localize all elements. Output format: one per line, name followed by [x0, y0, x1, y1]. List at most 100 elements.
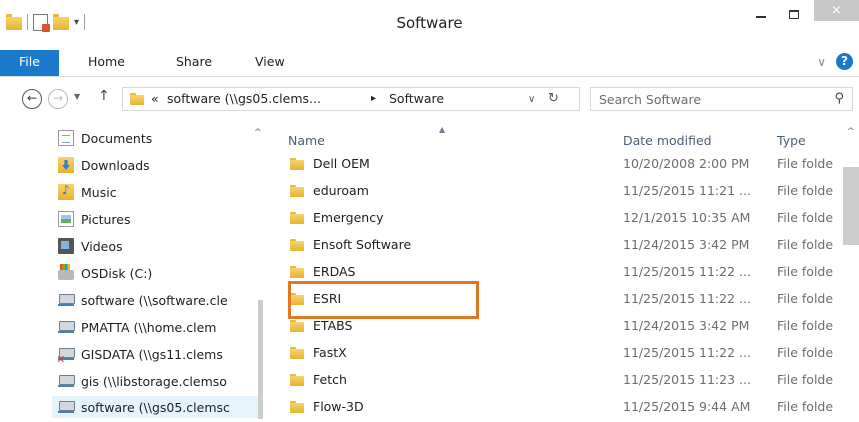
file-name: Dell OEM [313, 156, 370, 171]
file-date: 11/25/2015 11:21 ... [623, 183, 751, 198]
music-icon [58, 183, 74, 200]
search-box[interactable]: ⚲ [590, 87, 853, 111]
file-date: 10/20/2008 2:00 PM [623, 156, 750, 171]
nav-item-downloads[interactable]: Downloads [58, 154, 258, 176]
network-drive-icon [58, 320, 75, 334]
back-button[interactable]: ← [22, 89, 42, 109]
file-name: Flow-3D [313, 399, 364, 414]
close-button[interactable]: × [814, 0, 859, 21]
column-header-type[interactable]: Type [777, 133, 806, 148]
file-row[interactable]: Dell OEM 10/20/2008 2:00 PM File folde [263, 152, 843, 179]
nav-item-pmatta[interactable]: PMATTA (\\home.clem [58, 316, 258, 338]
file-type: File folde [777, 372, 834, 387]
documents-icon [58, 130, 74, 146]
file-name: ETABS [313, 318, 353, 333]
navigation-bar: ← → ▼ ↑ « software (\\gs05.clems... ▸ So… [0, 77, 859, 122]
file-type: File folde [777, 237, 834, 252]
search-icon[interactable]: ⚲ [834, 91, 844, 106]
nav-item-music[interactable]: Music [58, 181, 258, 203]
file-date: 12/1/2015 10:35 AM [623, 210, 751, 225]
file-date: 11/25/2015 11:22 ... [623, 264, 751, 279]
nav-item-pictures[interactable]: Pictures [58, 208, 258, 230]
breadcrumb-share[interactable]: software (\\gs05.clems... [167, 91, 321, 106]
forward-button[interactable]: → [48, 89, 68, 109]
file-row[interactable]: Emergency 12/1/2015 10:35 AM File folde [263, 206, 843, 233]
nav-item-label: Pictures [81, 211, 131, 227]
tab-file[interactable]: File [0, 50, 59, 76]
file-row[interactable]: eduroam 11/25/2015 11:21 ... File folde [263, 179, 843, 206]
ribbon-tabs: File Home Share View ∨ ? [0, 50, 859, 77]
file-row[interactable]: FastX 11/25/2015 11:22 ... File folde [263, 341, 843, 368]
network-drive-icon [58, 374, 75, 388]
column-header-date[interactable]: Date modified [623, 133, 712, 148]
videos-icon [58, 238, 74, 254]
file-date: 11/25/2015 9:44 AM [623, 399, 751, 414]
folder-icon [290, 373, 304, 387]
help-icon[interactable]: ? [836, 53, 853, 70]
nav-item-osdisk[interactable]: OSDisk (C:) [58, 262, 258, 284]
tab-share[interactable]: Share [176, 50, 212, 76]
breadcrumb-separator[interactable]: ▸ [371, 93, 376, 104]
file-date: 11/25/2015 11:22 ... [623, 291, 751, 306]
window-title: Software [396, 14, 463, 32]
nav-item-label: Downloads [81, 157, 150, 173]
file-name: Fetch [313, 372, 347, 387]
address-dropdown-icon[interactable]: ∨ [528, 94, 535, 105]
address-bar[interactable]: « software (\\gs05.clems... ▸ Software ∨… [122, 87, 580, 111]
file-date: 11/25/2015 11:22 ... [623, 345, 751, 360]
file-name: Ensoft Software [313, 237, 412, 252]
breadcrumb-overflow[interactable]: « [151, 91, 159, 106]
file-name: ERDAS [313, 264, 356, 279]
window-controls: × [744, 0, 859, 28]
tab-home[interactable]: Home [88, 50, 125, 76]
file-date: 11/24/2015 3:42 PM [623, 237, 750, 252]
nav-item-documents[interactable]: Documents [58, 127, 258, 149]
tab-view[interactable]: View [255, 50, 285, 76]
title-bar: ▾ Software × [0, 0, 859, 50]
maximize-button[interactable] [777, 0, 810, 28]
nav-item-videos[interactable]: Videos [58, 235, 258, 257]
folder-icon [290, 184, 304, 198]
nav-item-label: OSDisk (C:) [81, 265, 153, 281]
file-type: File folde [777, 264, 834, 279]
refresh-icon[interactable]: ↻ [548, 91, 559, 106]
nav-item-gis[interactable]: gis (\\libstorage.clemso [58, 370, 258, 392]
nav-item-software-gs05[interactable]: software (\\gs05.clemsc [52, 396, 258, 418]
column-header-name[interactable]: Name [288, 133, 325, 148]
sort-ascending-icon: ▲ [439, 125, 446, 134]
recent-locations-icon[interactable]: ▼ [74, 92, 80, 101]
folder-icon [290, 400, 304, 414]
up-button[interactable]: ↑ [98, 88, 110, 104]
disconnected-drive-icon: ✕ [58, 347, 75, 365]
nav-item-gisdata[interactable]: ✕ GISDATA (\\gs11.clems [58, 343, 258, 365]
file-row[interactable]: Flow-3D 11/25/2015 9:44 AM File folde [263, 395, 843, 422]
folder-icon [290, 265, 304, 279]
search-input[interactable] [599, 89, 819, 109]
scroll-up-icon[interactable]: ^ [254, 128, 262, 138]
scroll-up-icon[interactable]: ^ [847, 127, 855, 137]
nav-item-label: gis (\\libstorage.clemso [81, 373, 227, 389]
file-name: Emergency [313, 210, 384, 225]
folder-icon [130, 92, 144, 106]
expand-ribbon-icon[interactable]: ∨ [817, 55, 826, 69]
nav-item-label: Music [81, 184, 117, 200]
nav-item-label: Documents [81, 130, 153, 146]
file-type: File folde [777, 291, 834, 306]
pictures-icon [58, 211, 74, 227]
file-list-scrollbar[interactable]: ^ [843, 122, 859, 419]
file-type: File folde [777, 183, 834, 198]
nav-item-label: software (\\gs05.clemsc [81, 399, 230, 415]
file-row[interactable]: Ensoft Software 11/24/2015 3:42 PM File … [263, 233, 843, 260]
file-row[interactable]: Fetch 11/25/2015 11:23 ... File folde [263, 368, 843, 395]
minimize-button[interactable] [744, 0, 777, 28]
folder-icon [290, 238, 304, 252]
file-name: FastX [313, 345, 347, 360]
network-drive-icon [58, 293, 75, 307]
maximize-icon [788, 9, 799, 19]
nav-item-software-share[interactable]: software (\\software.cle [58, 289, 258, 311]
scrollbar-thumb[interactable] [843, 167, 859, 245]
nav-item-label: software (\\software.cle [81, 292, 228, 308]
breadcrumb-software[interactable]: Software [389, 91, 444, 106]
file-date: 11/24/2015 3:42 PM [623, 318, 750, 333]
highlight-box [288, 281, 479, 319]
